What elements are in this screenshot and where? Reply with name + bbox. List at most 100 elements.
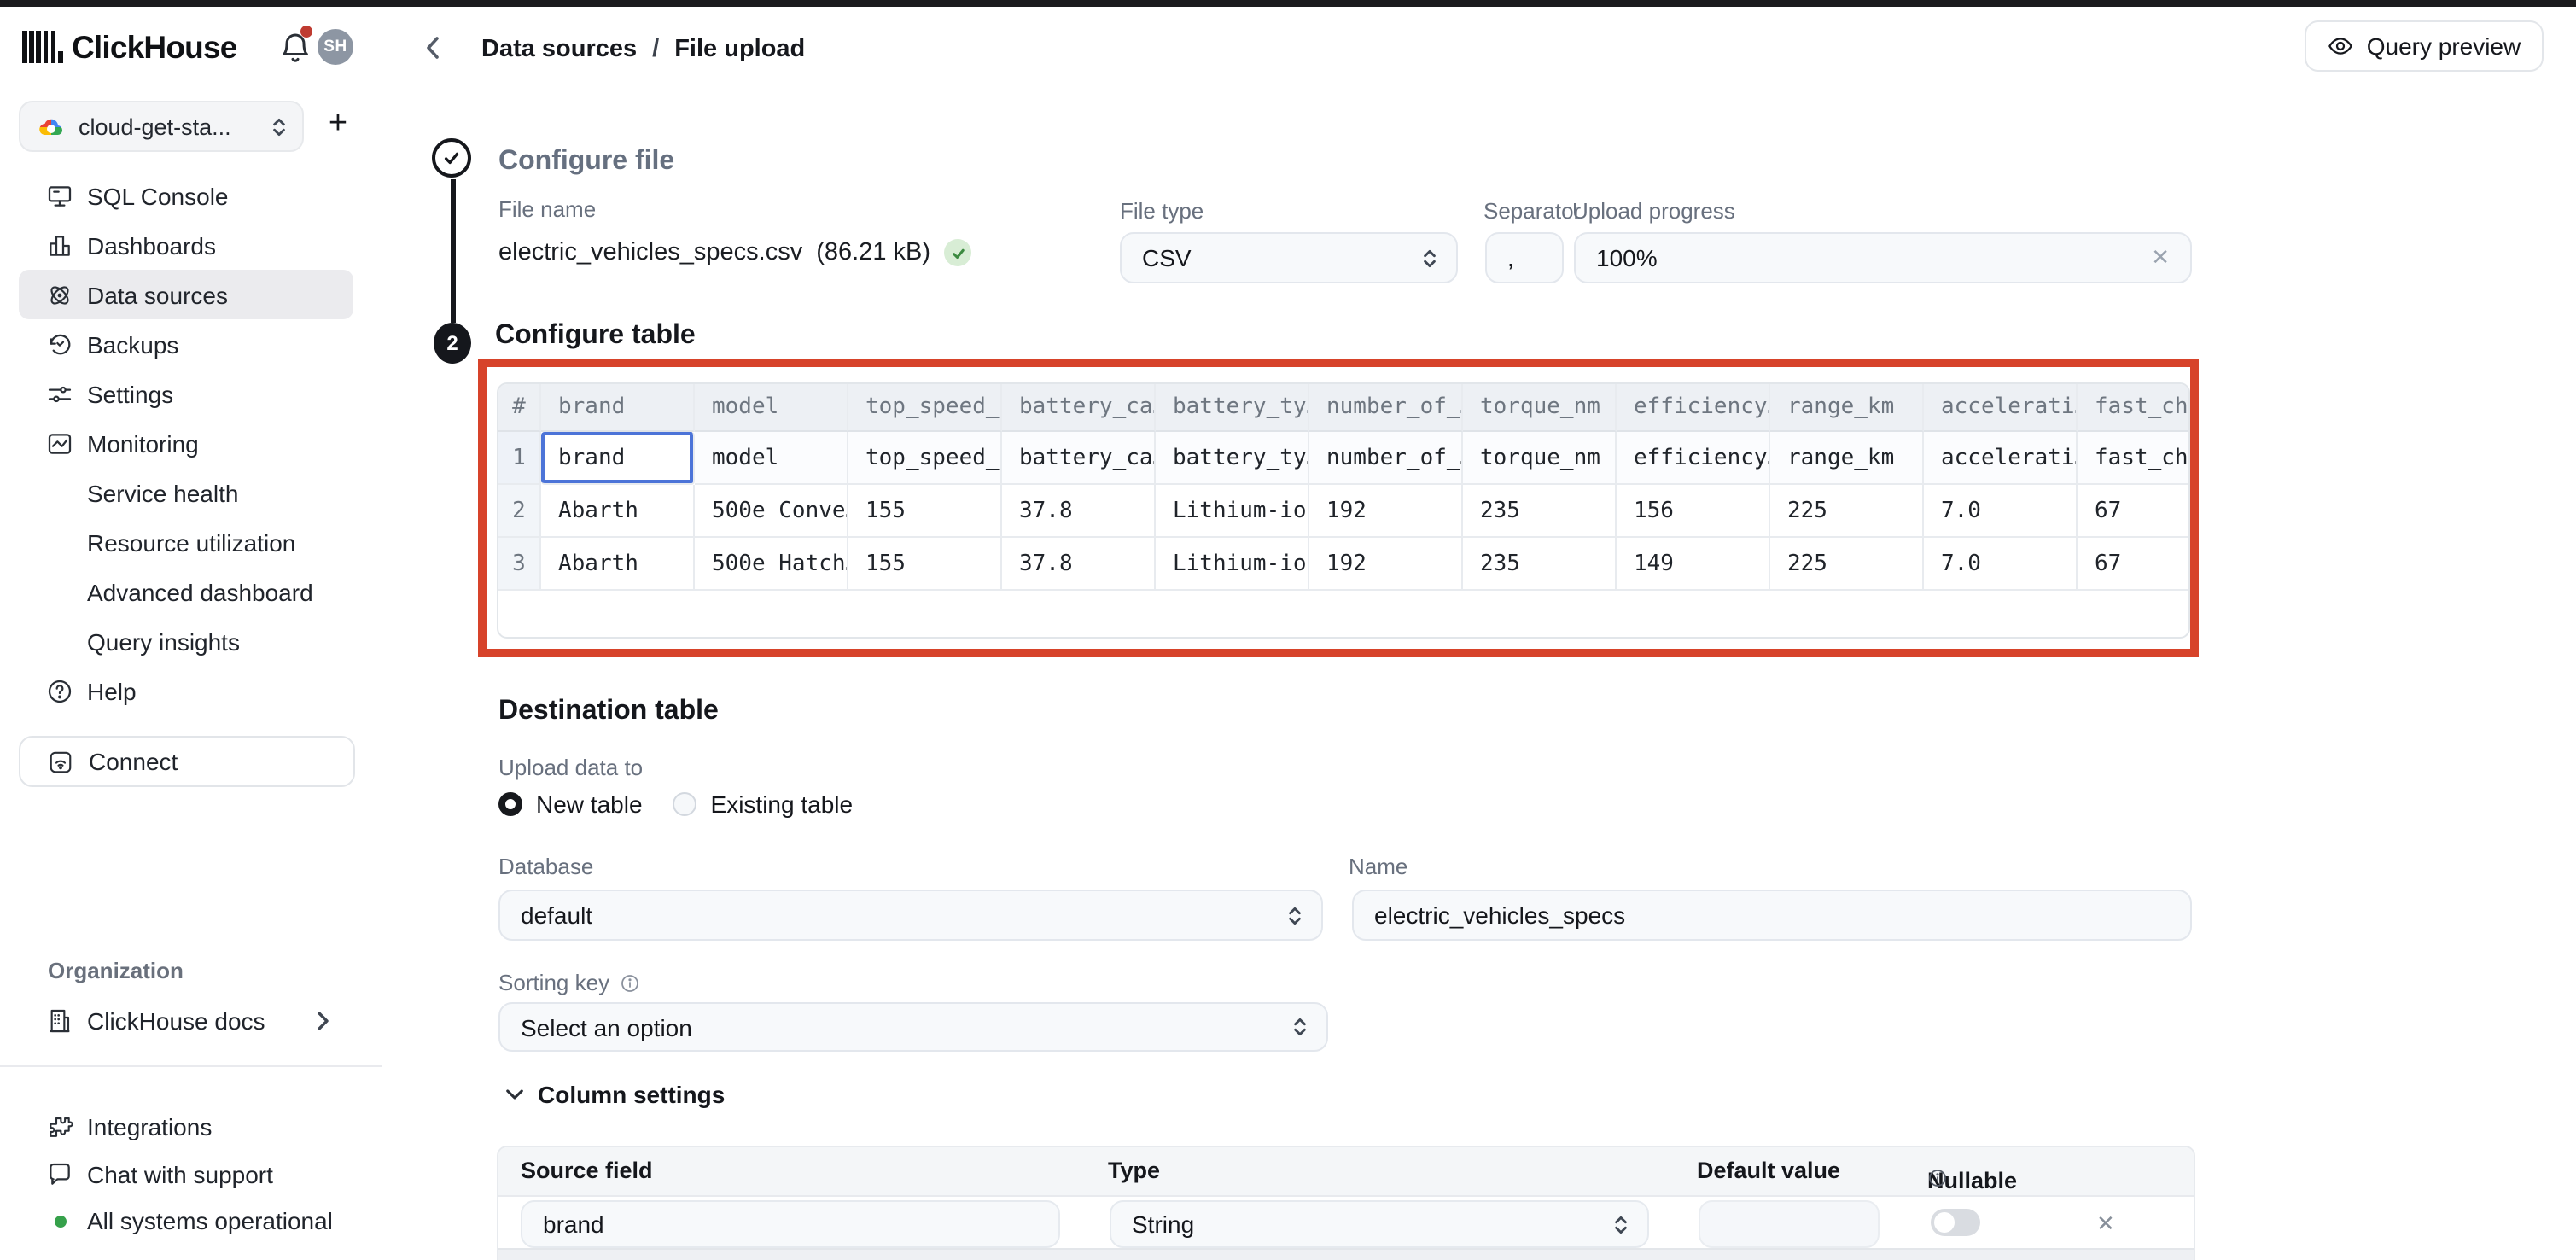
preview-cell[interactable]: 235	[1463, 485, 1617, 538]
nullable-toggle[interactable]	[1931, 1209, 1980, 1236]
new-table-radio[interactable]	[498, 792, 522, 816]
os-top-bar	[0, 0, 2576, 7]
column-settings-label: Column settings	[538, 1081, 725, 1108]
preview-cell[interactable]: 225	[1770, 485, 1924, 538]
existing-table-radio[interactable]	[673, 792, 697, 816]
preview-cell[interactable]: range_km	[1770, 432, 1924, 485]
preview-cell[interactable]: accelerati…	[1924, 432, 2078, 485]
preview-cell[interactable]: 7.0	[1924, 485, 2078, 538]
remove-row-x-icon[interactable]: ✕	[2096, 1210, 2115, 1238]
sidebar-item-monitoring[interactable]: Monitoring	[19, 418, 353, 468]
sidebar-item-help[interactable]: Help	[19, 666, 353, 715]
sidebar-item-advanced-dashboard[interactable]: Advanced dashboard	[19, 567, 353, 616]
sidebar-item-service-health[interactable]: Service health	[19, 468, 353, 517]
preview-cell[interactable]: 155	[848, 538, 1002, 591]
connect-icon	[48, 749, 73, 774]
back-button[interactable]	[425, 36, 440, 60]
sidebar-item-dashboards[interactable]: Dashboards	[19, 220, 353, 270]
chevron-updown-icon	[271, 115, 287, 137]
preview-cell[interactable]: 192	[1309, 538, 1463, 591]
brand-name[interactable]: ClickHouse	[72, 29, 237, 67]
step-2-badge: 2	[434, 323, 471, 364]
file-type-select[interactable]: CSV	[1120, 232, 1458, 283]
info-icon	[620, 972, 640, 993]
sidebar-item-resource-utilization[interactable]: Resource utilization	[19, 517, 353, 567]
building-icon	[46, 1006, 73, 1034]
preview-cell[interactable]: Abarth	[541, 485, 695, 538]
preview-column-header: efficiency…	[1617, 384, 1770, 432]
service-selector[interactable]: cloud-get-sta...	[19, 101, 304, 152]
preview-cell[interactable]: top_speed_…	[848, 432, 1002, 485]
connect-button[interactable]: Connect	[19, 736, 355, 787]
sidebar-item-data-sources[interactable]: Data sources	[19, 270, 353, 319]
source-field-value[interactable]	[543, 1210, 1058, 1238]
preview-cell[interactable]: model	[695, 432, 848, 485]
preview-cell[interactable]: 500e Hatch…	[695, 538, 848, 591]
source-field-input[interactable]	[521, 1200, 1060, 1248]
sidebar-item-integrations[interactable]: Integrations	[19, 1103, 353, 1151]
preview-cell[interactable]: 37.8	[1002, 485, 1156, 538]
table-name-value[interactable]	[1374, 901, 2190, 929]
preview-cell[interactable]: efficiency…	[1617, 432, 1770, 485]
sorting-key-select[interactable]: Select an option	[498, 1002, 1328, 1052]
query-preview-button[interactable]: Query preview	[2305, 20, 2544, 72]
system-status-item[interactable]: All systems operational	[19, 1197, 353, 1245]
sidebar-item-settings[interactable]: Settings	[19, 369, 353, 418]
sidebar-nav: SQL Console Dashboards Data sources	[19, 171, 353, 715]
preview-cell[interactable]: 149	[1617, 538, 1770, 591]
preview-cell[interactable]: Lithium-ion	[1156, 538, 1309, 591]
separator-input[interactable]: ,	[1485, 232, 1564, 283]
sorting-key-label-row: Sorting key	[498, 970, 640, 995]
preview-cell[interactable]: torque_nm	[1463, 432, 1617, 485]
type-select[interactable]: String	[1110, 1200, 1649, 1248]
new-table-label: New table	[536, 790, 643, 818]
preview-cell[interactable]: 67	[2078, 485, 2190, 538]
add-service-button[interactable]: +	[318, 104, 358, 145]
preview-cell[interactable]: 156	[1617, 485, 1770, 538]
upload-progress-value: 100%	[1596, 244, 2151, 271]
sidebar-item-query-insights[interactable]: Query insights	[19, 616, 353, 666]
upload-progress-input[interactable]: 100% ✕	[1574, 232, 2192, 283]
sidebar-item-sql-console[interactable]: SQL Console	[19, 171, 353, 220]
database-select[interactable]: default	[498, 890, 1323, 941]
preview-column-header: number_of_…	[1309, 384, 1463, 432]
preview-cell[interactable]: 37.8	[1002, 538, 1156, 591]
breadcrumb-parent[interactable]: Data sources	[481, 36, 637, 63]
file-name-value: electric_vehicles_specs.csv	[498, 239, 802, 266]
preview-cell[interactable]: 235	[1463, 538, 1617, 591]
preview-rownum-header: #	[498, 384, 541, 432]
sidebar-item-backups[interactable]: Backups	[19, 319, 353, 369]
table-name-input[interactable]	[1352, 890, 2192, 941]
file-name-row: electric_vehicles_specs.csv (86.21 kB)	[498, 239, 971, 266]
clear-x-icon[interactable]: ✕	[2151, 244, 2170, 271]
preview-cell[interactable]: Lithium-ion	[1156, 485, 1309, 538]
gcp-cloud-icon	[39, 117, 63, 136]
preview-cell[interactable]: Abarth	[541, 538, 695, 591]
bar-chart-icon	[46, 231, 73, 259]
preview-cell[interactable]: 225	[1770, 538, 1924, 591]
column-settings-toggle[interactable]: Column settings	[505, 1081, 725, 1108]
sidebar-item-clickhouse-docs[interactable]: ClickHouse docs	[19, 995, 353, 1045]
default-value-input[interactable]	[1699, 1200, 1880, 1248]
chevron-updown-icon	[1422, 247, 1437, 269]
user-avatar[interactable]: SH	[318, 29, 353, 65]
preview-cell[interactable]: number_of_…	[1309, 432, 1463, 485]
breadcrumb: Data sources / File upload	[481, 36, 805, 63]
preview-cell[interactable]: 155	[848, 485, 1002, 538]
preview-cell[interactable]: battery_ty…	[1156, 432, 1309, 485]
preview-cell[interactable]: 7.0	[1924, 538, 2078, 591]
preview-cell[interactable]: brand	[541, 432, 695, 485]
info-icon	[1927, 1168, 1948, 1188]
sidebar-item-chat-support[interactable]: Chat with support	[19, 1151, 353, 1199]
default-value-value[interactable]	[1721, 1210, 1878, 1238]
column-settings-table: Source field Type Default value Nullable…	[497, 1146, 2195, 1260]
preview-cell[interactable]: 67	[2078, 538, 2190, 591]
app-window: ClickHouse SH	[0, 0, 2576, 1260]
preview-cell[interactable]: 500e Conve…	[695, 485, 848, 538]
chevron-updown-icon	[1613, 1213, 1629, 1235]
preview-cell[interactable]: 192	[1309, 485, 1463, 538]
preview-cell[interactable]: fast_cha	[2078, 432, 2190, 485]
preview-cell[interactable]: battery_ca…	[1002, 432, 1156, 485]
file-type-value: CSV	[1142, 244, 1422, 271]
clickhouse-logo-icon[interactable]	[22, 31, 62, 63]
